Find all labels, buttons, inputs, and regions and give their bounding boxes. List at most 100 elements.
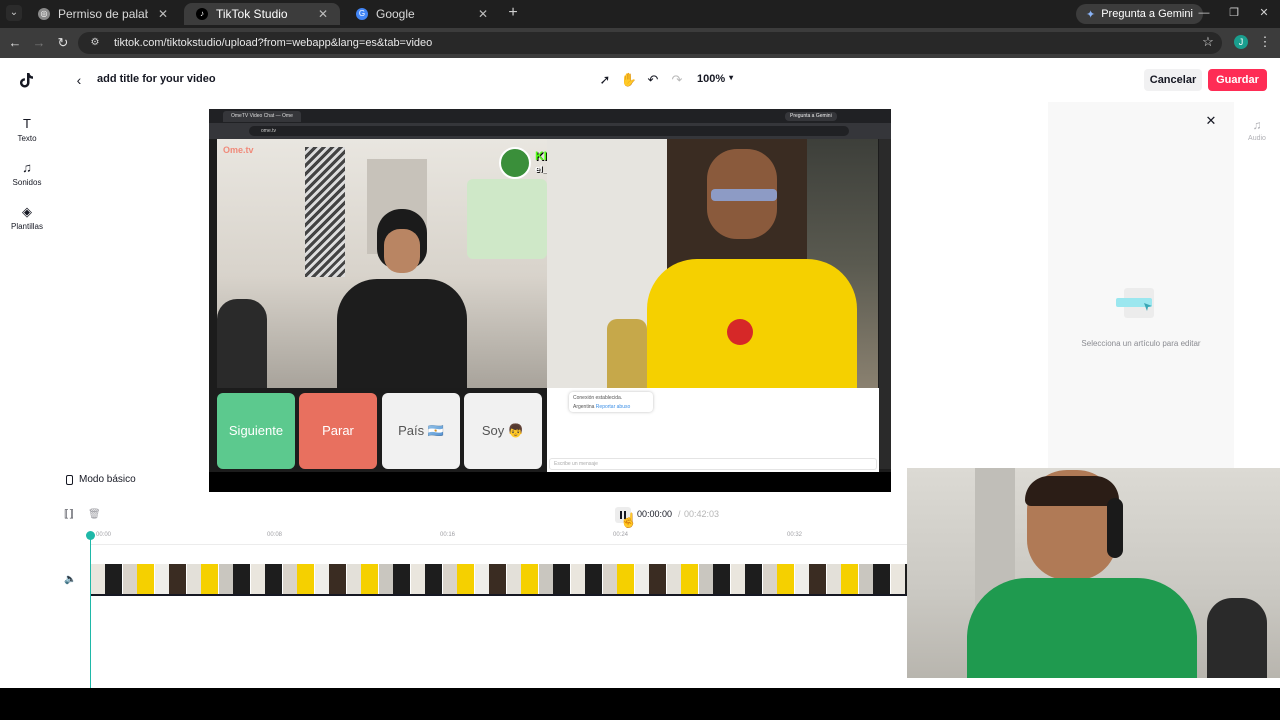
preview-chat: Conexión establecida. Argentina Reportar… [547,388,879,472]
tab-tiktok-studio[interactable]: ♪ TikTok Studio ✕ [184,3,340,25]
preview-parar: Parar [299,393,377,469]
preview-browser-tabs: OmeTV Video Chat — Ome Pregunta a Gemini [209,109,891,123]
browser-toolbar: ← → ↻ ⚙ tiktok.com/tiktokstudio/upload?f… [0,28,1280,58]
back-arrow-icon[interactable]: ← [6,34,24,52]
properties-panel [1048,102,1234,472]
ruler-tick: 00:24 [613,532,629,538]
volume-icon[interactable]: 🔈 [64,574,76,585]
video-preview[interactable]: OmeTV Video Chat — Ome Pregunta a Gemini… [209,109,891,492]
clip-thumbnail [667,564,698,594]
split-icon[interactable]: ⟦⟧ [64,509,74,520]
close-tab-icon[interactable]: ✕ [316,7,330,21]
undo-icon[interactable]: ↶ [644,71,662,89]
gemini-button[interactable]: ✦ Pregunta a Gemini [1076,4,1203,24]
tab-google[interactable]: G Google ✕ [344,3,500,25]
preview-bottom-bar [209,472,891,492]
layers-icon: ◈ [22,204,32,219]
globe-icon: ◎ [38,8,50,20]
poster [467,179,547,259]
basic-mode-toggle[interactable]: Modo básico [66,474,136,485]
address-bar[interactable]: ⚙ tiktok.com/tiktokstudio/upload?from=we… [78,32,1222,54]
clip-thumbnail [603,564,634,594]
ruler-tick: 00:08 [267,532,283,538]
screen: ⌄ ◎ Permiso de palabrota en TikTok ✕ ♪ T… [0,0,1280,720]
preview-camera-right [547,139,878,388]
clip-thumbnail [219,564,250,594]
clip-thumbnail [347,564,378,594]
clip-thumbnail [283,564,314,594]
webcam-overlay [907,468,1280,678]
preview-camera-left: Ome.tv KICK el_jnorma [217,139,547,388]
clip-thumbnail [859,564,890,594]
redo-icon[interactable]: ↷ [668,71,686,89]
forward-arrow-icon[interactable]: → [30,34,48,52]
zoom-dropdown[interactable]: 100% ▾ [697,73,733,85]
restore-icon[interactable]: ❐ [1224,4,1244,22]
clip-thumbnail [763,564,794,594]
microphone [1207,598,1267,678]
video-clip-track[interactable] [91,564,908,596]
music-icon: ♫ [22,160,32,175]
clip-thumbnail [507,564,538,594]
bookmark-star-icon[interactable]: ☆ [1200,34,1216,50]
ruler-tick: 00:00 [96,532,112,538]
audio-tab[interactable]: ♫ Audio [1240,118,1274,142]
music-note-icon: ♫ [1252,118,1262,132]
clip-thumbnail [155,564,186,594]
new-tab-icon[interactable]: + [504,4,522,22]
close-tab-icon[interactable]: ✕ [156,7,170,21]
cancel-button[interactable]: Cancelar [1144,69,1202,91]
webcam-shirt [967,578,1197,678]
clip-thumbnail [251,564,282,594]
browser-tab-bar: ⌄ ◎ Permiso de palabrota en TikTok ✕ ♪ T… [0,0,1280,28]
preview-address-bar: ome.tv [209,123,891,139]
text-icon: T [23,116,31,131]
playhead[interactable] [90,534,91,688]
close-panel-icon[interactable]: ✕ [1204,113,1218,129]
clip-thumbnail [315,564,346,594]
clip-thumbnail [91,564,122,594]
profile-avatar[interactable]: J [1234,35,1248,49]
reload-icon[interactable]: ↻ [54,34,72,52]
hand-pan-icon[interactable]: ✋ [620,71,638,89]
playhead-handle[interactable] [86,531,95,540]
preview-scrollbar [879,139,891,469]
trash-icon[interactable]: 🗑 [88,509,101,520]
tab-permiso[interactable]: ◎ Permiso de palabrota en TikTok ✕ [26,3,180,25]
select-pointer-icon[interactable]: ➚ [596,71,614,89]
tab-search-icon[interactable]: ⌄ [6,5,22,21]
minimize-icon[interactable]: — [1194,4,1214,22]
nav-item-texto[interactable]: T Texto [0,116,54,150]
nav-item-plantillas[interactable]: ◈ Plantillas [0,204,54,238]
empty-selection-illustration [1116,288,1154,318]
preview-pais: País 🇦🇷 [382,393,460,469]
tiktok-icon: ♪ [196,8,208,20]
clip-thumbnail [795,564,826,594]
tiktok-logo-icon[interactable] [17,71,35,89]
total-time: 00:42:03 [684,509,720,519]
browser-menu-icon[interactable]: ⋮ [1258,34,1272,50]
clip-thumbnail [379,564,410,594]
gemini-spark-icon: ✦ [1086,8,1096,21]
phone-icon [66,474,73,485]
back-chevron-icon[interactable]: ‹ [72,72,86,88]
window-close-icon[interactable]: ✕ [1254,4,1274,22]
bottom-letterbox [0,688,1280,720]
nav-item-sonidos[interactable]: ♫ Sonidos [0,160,54,194]
headphone-icon [1107,498,1123,558]
close-tab-icon[interactable]: ✕ [476,7,490,21]
mouse-cursor-icon: ☝ [620,512,638,528]
clip-thumbnail [123,564,154,594]
clip-thumbnail [411,564,442,594]
clip-thumbnail [635,564,666,594]
person-right [637,149,857,388]
google-icon: G [356,8,368,20]
save-button[interactable]: Guardar [1208,69,1267,91]
chevron-down-icon: ▾ [729,73,734,82]
clip-thumbnail [539,564,570,594]
site-info-icon[interactable]: ⚙ [88,36,102,50]
video-title[interactable]: add title for your video [97,73,216,85]
person-edge [217,299,267,388]
clip-thumbnail [827,564,858,594]
person-left [337,209,467,388]
